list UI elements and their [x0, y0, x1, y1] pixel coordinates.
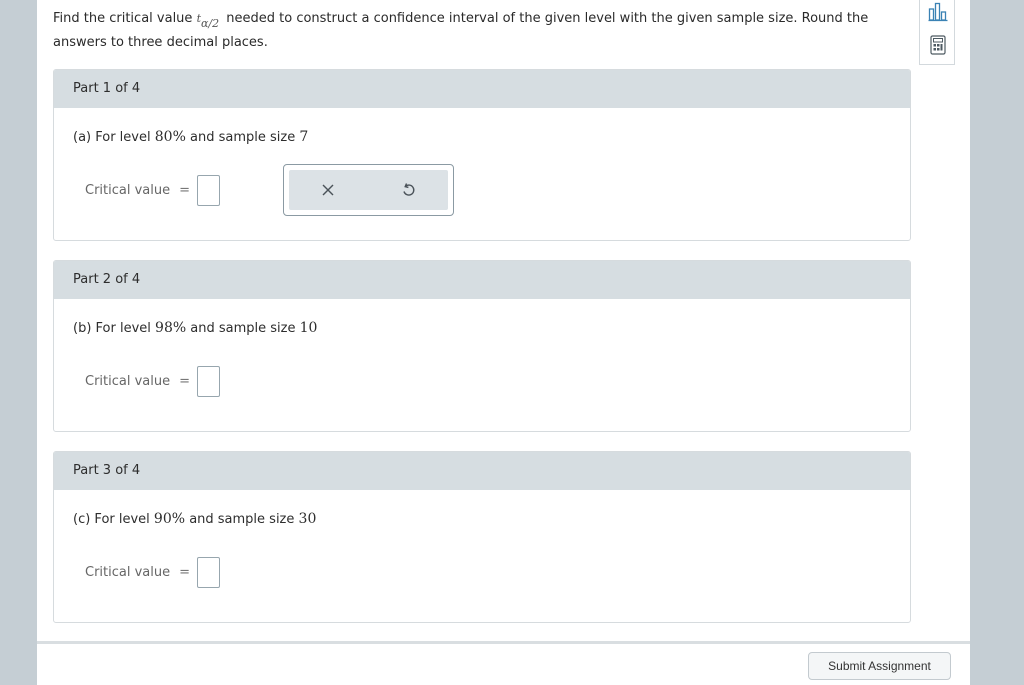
- question-prefix: (c) For level: [73, 512, 150, 527]
- part-2-answer-row: Critical value =: [85, 365, 221, 397]
- equals-sign: =: [179, 564, 191, 580]
- part-3-question: (c) For level 90% and sample size 30: [73, 511, 316, 527]
- equals-sign: =: [179, 373, 191, 389]
- part-3-header: Part 3 of 4: [54, 452, 910, 490]
- part-2-header: Part 2 of 4: [54, 261, 910, 299]
- critical-value-label: Critical value: [85, 564, 171, 580]
- part-2-question: (b) For level 98% and sample size 10: [73, 320, 317, 336]
- question-prefix: (a) For level: [73, 130, 151, 145]
- critical-value-label: Critical value: [85, 182, 171, 198]
- question-prefix: (b) For level: [73, 321, 151, 336]
- confidence-level: 80%: [154, 129, 186, 145]
- confidence-level: 90%: [153, 511, 186, 527]
- part-3-answer-input[interactable]: [197, 556, 221, 588]
- sample-size: 30: [298, 511, 317, 527]
- equals-sign: =: [179, 182, 191, 198]
- part-1-answer-row: Critical value =: [85, 174, 221, 206]
- problem-statement: Find the critical value tα/2 needed to c…: [53, 7, 903, 55]
- answer-keypad: [283, 164, 454, 216]
- question-mid: and sample size: [189, 512, 295, 527]
- close-icon[interactable]: [308, 170, 348, 210]
- sample-size: 7: [299, 129, 309, 145]
- part-1-answer-input[interactable]: [197, 174, 221, 206]
- sample-size: 10: [299, 320, 318, 336]
- part-3-panel: Part 3 of 4 (c) For level 90% and sample…: [53, 451, 911, 623]
- part-1-header: Part 1 of 4: [54, 70, 910, 108]
- critical-value-label: Critical value: [85, 373, 171, 389]
- keypad-tray: [289, 170, 448, 210]
- calculator-icon[interactable]: [927, 33, 949, 57]
- part-2-answer-input[interactable]: [197, 365, 221, 397]
- confidence-level: 98%: [155, 320, 187, 336]
- undo-icon[interactable]: [388, 170, 428, 210]
- submit-assignment-button[interactable]: Submit Assignment: [808, 652, 951, 680]
- question-mid: and sample size: [190, 321, 296, 336]
- part-1-panel: Part 1 of 4 (a) For level 80% and sample…: [53, 69, 911, 241]
- part-1-question: (a) For level 80% and sample size 7: [73, 129, 308, 145]
- question-mid: and sample size: [190, 130, 296, 145]
- part-3-answer-row: Critical value =: [85, 556, 221, 588]
- bar-chart-icon[interactable]: [927, 0, 949, 24]
- t-subscript: α/2: [200, 17, 220, 30]
- intro-lead: Find the critical value: [53, 11, 193, 26]
- part-2-panel: Part 2 of 4 (b) For level 98% and sample…: [53, 260, 911, 432]
- tool-panel: [919, 0, 955, 65]
